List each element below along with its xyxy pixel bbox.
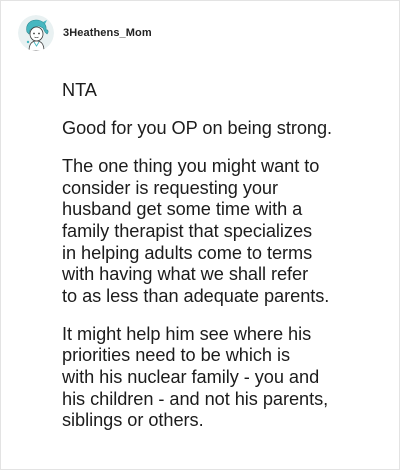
comment-card: 3Heathens_Mom NTA Good for you OP on bei… — [0, 0, 400, 470]
comment-header: 3Heathens_Mom — [18, 15, 152, 51]
avatar[interactable] — [18, 15, 54, 51]
comment-body: NTA Good for you OP on being strong. The… — [62, 80, 384, 448]
comment-username[interactable]: 3Heathens_Mom — [63, 27, 152, 39]
comment-paragraph-verdict: NTA — [62, 80, 97, 100]
comment-paragraph-support: Good for you OP on being strong. — [62, 118, 333, 139]
comment-paragraph-priorities: It might help him see where his prioriti… — [62, 323, 329, 431]
comment-paragraph-therapist-suggestion: The one thing you might want to consider… — [62, 156, 330, 306]
